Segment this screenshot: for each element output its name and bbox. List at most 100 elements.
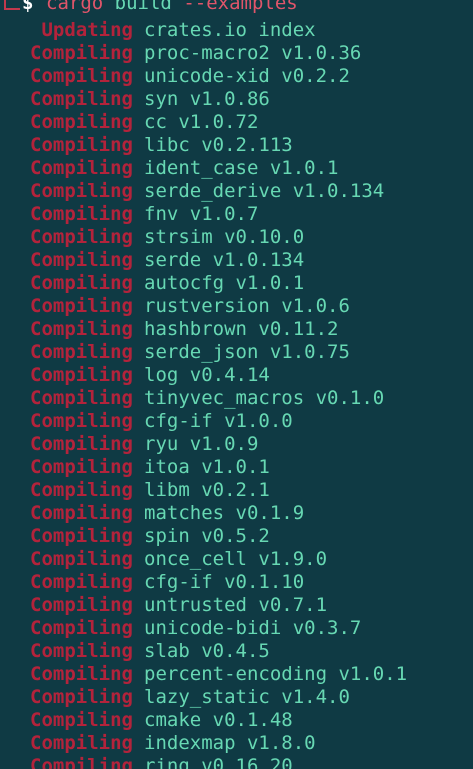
output-line: Compiling proc-macro2 v1.0.36 — [0, 42, 473, 65]
crate-text: once_cell v1.9.0 — [144, 548, 328, 570]
output-line: Compiling cfg-if v1.0.0 — [0, 410, 473, 433]
output-line: Compiling libc v0.2.113 — [0, 134, 473, 157]
crate-text: serde_derive v1.0.134 — [144, 180, 385, 202]
terminal-window[interactable]: $ cargo build --examples Updating crates.… — [0, 0, 473, 769]
crate-text: cfg-if v0.1.10 — [144, 571, 305, 593]
output-line: Compiling cc v1.0.72 — [0, 111, 473, 134]
crate-text: hashbrown v0.11.2 — [144, 318, 339, 340]
command-line: cargo build --examples — [46, 0, 298, 15]
status-label: Compiling — [30, 502, 133, 524]
output-line: Compiling libm v0.2.1 — [0, 479, 473, 502]
output-line: Compiling percent-encoding v1.0.1 — [0, 663, 473, 686]
output-line: Compiling itoa v1.0.1 — [0, 456, 473, 479]
crate-text: libm v0.2.1 — [144, 479, 270, 501]
output-line: Compiling indexmap v1.8.0 — [0, 732, 473, 755]
output-line: Compiling spin v0.5.2 — [0, 525, 473, 548]
output-line: Compiling cmake v0.1.48 — [0, 709, 473, 732]
crate-text: rustversion v1.0.6 — [144, 295, 350, 317]
crate-text: proc-macro2 v1.0.36 — [144, 42, 362, 64]
status-label: Compiling — [30, 525, 133, 547]
status-label: Compiling — [30, 433, 133, 455]
output-line: Compiling untrusted v0.7.1 — [0, 594, 473, 617]
output-line: Compiling strsim v0.10.0 — [0, 226, 473, 249]
crate-text: tinyvec_macros v0.1.0 — [144, 387, 385, 409]
status-label: Compiling — [30, 180, 133, 202]
crate-text: percent-encoding v1.0.1 — [144, 663, 408, 685]
output-line: Compiling serde_derive v1.0.134 — [0, 180, 473, 203]
status-label: Compiling — [30, 709, 133, 731]
status-label: Compiling — [30, 364, 133, 386]
output-line: Compiling log v0.4.14 — [0, 364, 473, 387]
crate-text: strsim v0.10.0 — [144, 226, 305, 248]
status-label: Compiling — [30, 341, 133, 363]
crate-text: cc v1.0.72 — [144, 111, 259, 133]
crate-text: slab v0.4.5 — [144, 640, 270, 662]
crate-text: lazy_static v1.4.0 — [144, 686, 350, 708]
status-label: Compiling — [30, 663, 133, 685]
status-label: Compiling — [30, 249, 133, 271]
status-label: Compiling — [30, 65, 133, 87]
prompt-symbol: $ — [22, 0, 34, 14]
output-line: Compiling unicode-bidi v0.3.7 — [0, 617, 473, 640]
crate-text: syn v1.0.86 — [144, 88, 270, 110]
output-line: Compiling ring v0.16.20 — [0, 755, 473, 769]
crate-text: ident_case v1.0.1 — [144, 157, 339, 179]
crate-text: itoa v1.0.1 — [144, 456, 270, 478]
crate-text: cmake v0.1.48 — [144, 709, 293, 731]
crate-text: ring v0.16.20 — [144, 755, 293, 769]
crate-text: ryu v1.0.9 — [144, 433, 259, 455]
crate-text: serde v1.0.134 — [144, 249, 305, 271]
output-line: Compiling autocfg v1.0.1 — [0, 272, 473, 295]
output-line: Compiling ryu v1.0.9 — [0, 433, 473, 456]
status-label: Compiling — [30, 272, 133, 294]
prompt-corner-decoration — [4, 0, 20, 10]
status-label: Compiling — [30, 226, 133, 248]
output-line: Compiling cfg-if v0.1.10 — [0, 571, 473, 594]
output-line: Compiling unicode-xid v0.2.2 — [0, 65, 473, 88]
crate-text: indexmap v1.8.0 — [144, 732, 316, 754]
crate-text: autocfg v1.0.1 — [144, 272, 305, 294]
status-label: Compiling — [30, 42, 133, 64]
output-line: Compiling once_cell v1.9.0 — [0, 548, 473, 571]
crate-text: crates.io index — [144, 19, 316, 41]
status-label: Compiling — [30, 88, 133, 110]
crate-text: unicode-bidi v0.3.7 — [144, 617, 362, 639]
crate-text: untrusted v0.7.1 — [144, 594, 328, 616]
status-label: Compiling — [30, 640, 133, 662]
status-label: Compiling — [30, 686, 133, 708]
command-name: cargo — [46, 0, 104, 14]
status-label: Compiling — [30, 157, 133, 179]
output-line: Compiling fnv v1.0.7 — [0, 203, 473, 226]
status-label: Compiling — [30, 203, 133, 225]
output-line: Compiling serde_json v1.0.75 — [0, 341, 473, 364]
command-flag: --examples — [183, 0, 298, 14]
output-line: Compiling rustversion v1.0.6 — [0, 295, 473, 318]
status-label: Compiling — [30, 617, 133, 639]
output-line: Compiling hashbrown v0.11.2 — [0, 318, 473, 341]
status-label: Compiling — [30, 571, 133, 593]
status-label: Compiling — [30, 134, 133, 156]
crate-text: cfg-if v1.0.0 — [144, 410, 293, 432]
status-label: Compiling — [30, 479, 133, 501]
status-label: Compiling — [30, 548, 133, 570]
command-subcommand: build — [114, 0, 172, 14]
output-line: Updating crates.io index — [0, 19, 473, 42]
status-label: Compiling — [30, 755, 133, 769]
output-line: Compiling lazy_static v1.4.0 — [0, 686, 473, 709]
status-label: Compiling — [30, 732, 133, 754]
status-label: Compiling — [30, 456, 133, 478]
crate-text: matches v0.1.9 — [144, 502, 305, 524]
crate-text: spin v0.5.2 — [144, 525, 270, 547]
status-label: Compiling — [30, 318, 133, 340]
output-line: Compiling serde v1.0.134 — [0, 249, 473, 272]
output-line: Compiling tinyvec_macros v0.1.0 — [0, 387, 473, 410]
output-line: Compiling slab v0.4.5 — [0, 640, 473, 663]
status-label: Compiling — [30, 295, 133, 317]
crate-text: log v0.4.14 — [144, 364, 270, 386]
status-label: Updating — [41, 19, 133, 41]
crate-text: serde_json v1.0.75 — [144, 341, 350, 363]
output-line: Compiling matches v0.1.9 — [0, 502, 473, 525]
output-lines: Updating crates.io index Compiling proc-mac… — [0, 19, 473, 769]
crate-text: unicode-xid v0.2.2 — [144, 65, 350, 87]
status-label: Compiling — [30, 111, 133, 133]
